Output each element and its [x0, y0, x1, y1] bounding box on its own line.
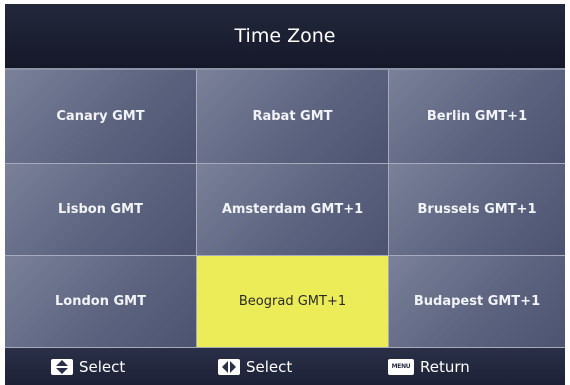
hint-leftright-label: Select — [246, 357, 293, 376]
hint-leftright-select: Select — [218, 348, 292, 385]
time-zone-screen: Time Zone Canary GMT Rabat GMT Berlin GM… — [5, 4, 565, 385]
zone-lisbon[interactable]: Lisbon GMT — [5, 164, 197, 256]
page-title: Time Zone — [5, 4, 565, 70]
hint-updown-label: Select — [79, 357, 126, 376]
hint-updown-select: Select — [51, 348, 125, 385]
zone-amsterdam[interactable]: Amsterdam GMT+1 — [197, 164, 389, 256]
zone-canary[interactable]: Canary GMT — [5, 70, 197, 164]
zone-budapest[interactable]: Budapest GMT+1 — [389, 256, 565, 348]
up-down-arrow-icon — [51, 358, 73, 375]
footer-hint-bar: Select Select MENU Return — [5, 348, 565, 385]
hint-menu-return: MENU Return — [388, 348, 470, 385]
zone-london[interactable]: London GMT — [5, 256, 197, 348]
zone-beograd-selected[interactable]: Beograd GMT+1 — [197, 256, 389, 348]
menu-key-icon: MENU — [388, 358, 414, 375]
left-right-arrow-icon — [218, 358, 240, 375]
zone-rabat[interactable]: Rabat GMT — [197, 70, 389, 164]
hint-return-label: Return — [420, 357, 470, 376]
time-zone-grid: Canary GMT Rabat GMT Berlin GMT+1 Lisbon… — [5, 70, 565, 348]
zone-brussels[interactable]: Brussels GMT+1 — [389, 164, 565, 256]
zone-berlin[interactable]: Berlin GMT+1 — [389, 70, 565, 164]
